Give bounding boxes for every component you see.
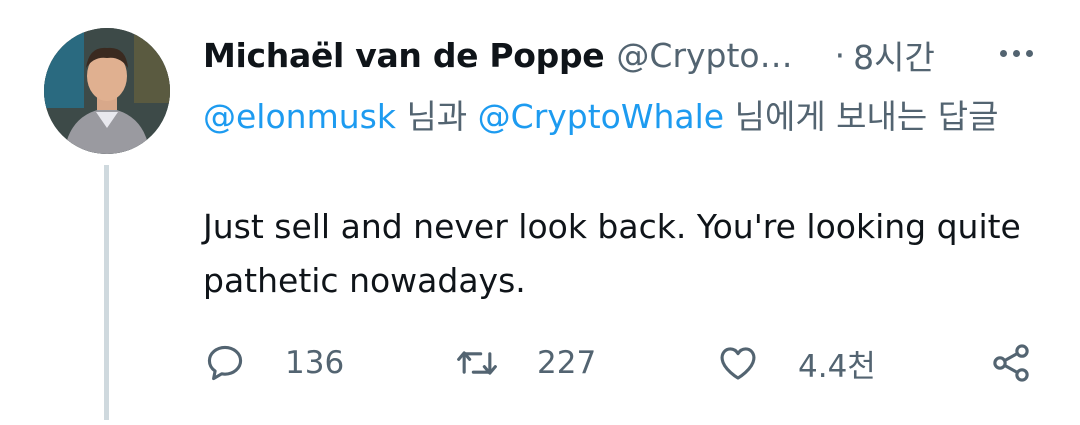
tweet-time[interactable]: 8시간 — [853, 31, 935, 79]
like-count: 4.4천 — [798, 348, 876, 385]
action-bar: 136 227 4.4천 — [203, 338, 1043, 388]
mention-cryptowhale[interactable]: @CryptoWhale — [478, 97, 724, 136]
retweet-button[interactable]: 227 — [455, 338, 596, 388]
share-button[interactable] — [989, 338, 1033, 388]
tweet-header: Michaël van de Poppe @Crypto… · 8시간 — [203, 30, 1043, 80]
heart-icon — [720, 347, 756, 380]
avatar[interactable] — [44, 28, 170, 154]
reply-bubble-icon — [207, 345, 243, 381]
tweet[interactable]: Michaël van de Poppe @Crypto… · 8시간 @elo… — [0, 0, 1080, 425]
reply-connector-2: 님에게 보내는 답글 — [724, 97, 999, 136]
retweet-count: 227 — [537, 345, 597, 381]
mention-elonmusk[interactable]: @elonmusk — [203, 97, 396, 136]
share-icon — [993, 344, 1029, 382]
like-button[interactable]: 4.4천 — [716, 338, 876, 388]
author-name[interactable]: Michaël van de Poppe — [203, 36, 605, 75]
avatar-image — [44, 28, 170, 154]
tweet-text: Just sell and never look back. You're lo… — [203, 207, 1021, 300]
reply-button[interactable]: 136 — [203, 338, 344, 388]
reply-to-line: @elonmusk 님과 @CryptoWhale 님에게 보내는 답글 — [203, 92, 1043, 142]
separator-dot: · — [834, 35, 846, 75]
reply-count: 136 — [285, 345, 345, 381]
more-dots-icon[interactable] — [1000, 50, 1033, 57]
thread-line — [104, 165, 109, 420]
retweet-icon — [457, 351, 497, 375]
reply-connector-1: 님과 — [395, 97, 478, 136]
author-handle[interactable]: @Crypto… — [616, 36, 792, 75]
